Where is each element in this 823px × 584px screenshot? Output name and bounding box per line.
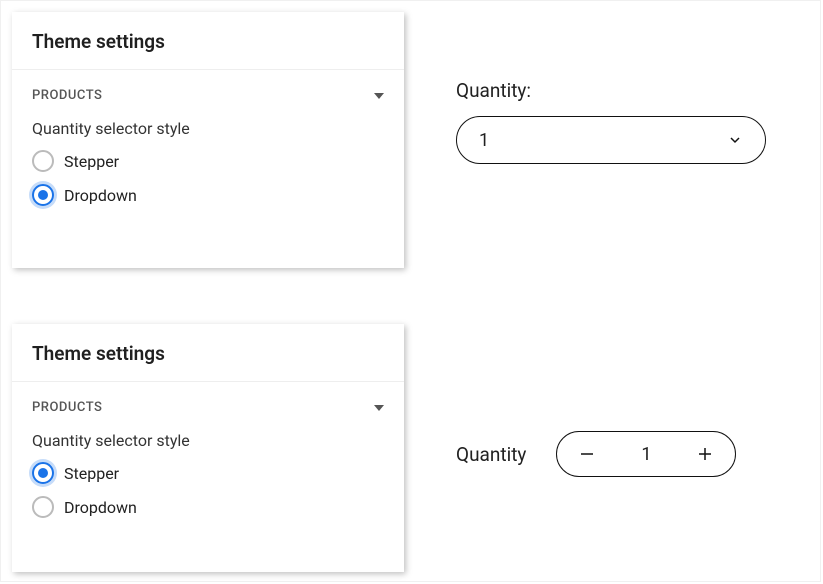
setting-label: Quantity selector style: [32, 431, 384, 450]
panel-title: Theme settings: [12, 12, 404, 70]
quantity-stepper-preview: Quantity 1: [456, 431, 736, 477]
theme-settings-panel: Theme settings PRODUCTS Quantity selecto…: [12, 12, 404, 268]
setting-label: Quantity selector style: [32, 119, 384, 138]
section-label: PRODUCTS: [32, 400, 102, 415]
radio-label: Dropdown: [64, 186, 137, 205]
section-header-products[interactable]: PRODUCTS: [32, 400, 384, 415]
radio-option-stepper[interactable]: Stepper: [32, 462, 384, 484]
quantity-dropdown-preview: Quantity: 1: [456, 79, 766, 164]
radio-label: Stepper: [64, 152, 119, 171]
section-header-products[interactable]: PRODUCTS: [32, 88, 384, 103]
radio-icon-selected: [32, 462, 54, 484]
dropdown-value: 1: [479, 130, 489, 151]
decrement-button[interactable]: [575, 442, 599, 466]
quantity-label: Quantity: [456, 443, 526, 466]
chevron-down-icon: [374, 405, 384, 411]
radio-option-dropdown[interactable]: Dropdown: [32, 184, 384, 206]
chevron-down-icon: [727, 132, 743, 148]
section-label: PRODUCTS: [32, 88, 102, 103]
radio-label: Stepper: [64, 464, 119, 483]
theme-settings-panel: Theme settings PRODUCTS Quantity selecto…: [12, 324, 404, 572]
quantity-dropdown[interactable]: 1: [456, 116, 766, 164]
stepper-value: 1: [641, 444, 651, 465]
panel-title: Theme settings: [12, 324, 404, 382]
radio-option-stepper[interactable]: Stepper: [32, 150, 384, 172]
quantity-stepper: 1: [556, 431, 736, 477]
chevron-down-icon: [374, 93, 384, 99]
radio-icon: [32, 496, 54, 518]
radio-label: Dropdown: [64, 498, 137, 517]
quantity-label: Quantity:: [456, 79, 766, 102]
radio-icon: [32, 150, 54, 172]
radio-option-dropdown[interactable]: Dropdown: [32, 496, 384, 518]
increment-button[interactable]: [693, 442, 717, 466]
radio-icon-selected: [32, 184, 54, 206]
